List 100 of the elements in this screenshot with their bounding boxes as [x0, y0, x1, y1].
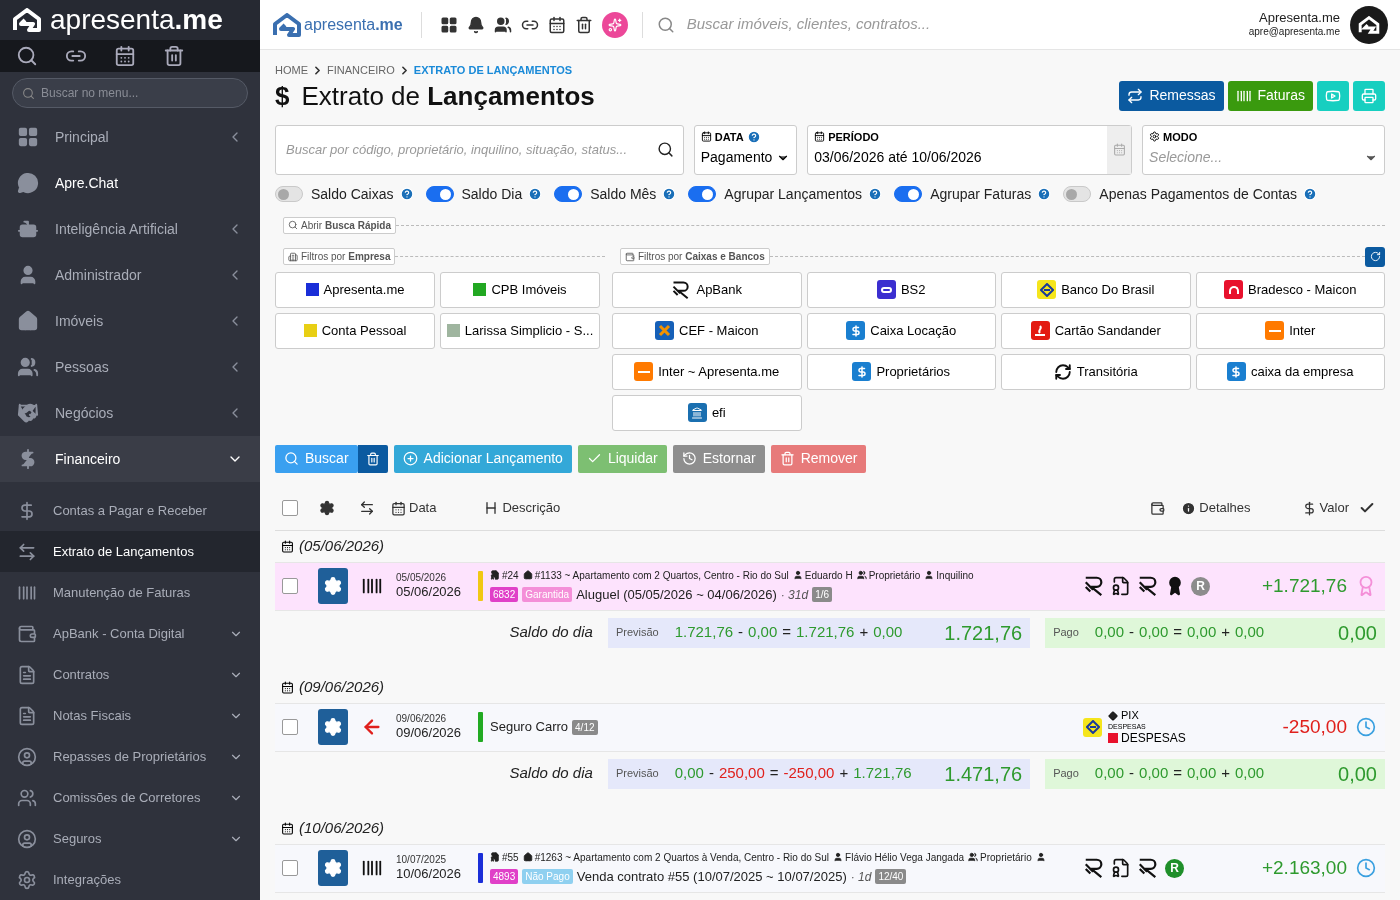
bank-filter[interactable]: Inter ~ Apresenta.me	[612, 353, 802, 390]
settings-button[interactable]	[318, 709, 348, 745]
menu-item[interactable]: Administrador	[0, 252, 260, 298]
help-icon[interactable]	[868, 187, 883, 201]
row-checkbox[interactable]	[282, 719, 298, 735]
refresh-icon	[1369, 251, 1381, 262]
quick-search-button[interactable]: Abrir Busca Rápida	[283, 216, 397, 234]
bank-filter[interactable]: Caixa Locação	[806, 312, 996, 349]
settings-button[interactable]	[318, 568, 348, 604]
bank-filter[interactable]: Inter	[1195, 312, 1385, 349]
filter-search-field[interactable]: Buscar por código, proprietário, inquilino, situação, status...	[275, 124, 684, 175]
menu-item[interactable]: Principal	[0, 114, 260, 160]
mode-select[interactable]: MODO Selecione...	[1142, 124, 1385, 175]
company-filter[interactable]: CPB Imóveis	[440, 271, 600, 308]
entry-row[interactable]	[275, 844, 1385, 893]
help-icon[interactable]	[1303, 187, 1317, 201]
global-search-field[interactable]: Buscar imóveis, clientes, contratos...	[656, 13, 1217, 36]
column-header[interactable]: Valor	[1319, 498, 1349, 518]
column-header[interactable]: Descrição	[502, 498, 561, 518]
search-icon[interactable]	[656, 140, 674, 158]
bank-filter[interactable]: Proprietários	[806, 353, 996, 390]
grid-icon[interactable]	[439, 15, 458, 34]
bank-filter[interactable]: CEF - Maicon	[612, 312, 802, 349]
submenu-item[interactable]: Contratos	[0, 654, 260, 695]
entry-date: 09/06/2026	[396, 725, 463, 742]
bank-filter[interactable]: Bradesco - Maicon	[1195, 271, 1385, 308]
toggle-label: Apenas Pagamentos de Contas	[1099, 184, 1297, 204]
company-filter[interactable]: Apresenta.me	[275, 271, 435, 308]
menu-item[interactable]: Financeiro	[0, 436, 260, 482]
help-icon[interactable]	[528, 187, 543, 201]
refresh-button[interactable]	[1365, 246, 1385, 267]
company-filter[interactable]: Conta Pessoal	[275, 312, 435, 349]
bank-filter[interactable]: caixa da empresa	[1195, 353, 1385, 390]
money-bag-icon	[1226, 362, 1246, 381]
help-icon[interactable]	[399, 187, 414, 201]
submenu-item[interactable]: Extrato de Lançamentos	[0, 531, 260, 572]
bank-filter[interactable]: Cartão Sandander	[1001, 312, 1191, 349]
bank-filter[interactable]: Transitória	[1001, 353, 1191, 390]
help-icon[interactable]	[746, 129, 761, 144]
search-icon[interactable]	[16, 45, 38, 67]
brand-logo[interactable]: apresenta.me	[304, 12, 403, 37]
bell-icon[interactable]	[466, 15, 485, 34]
menu-item[interactable]: Negócios	[0, 390, 260, 436]
submenu-item[interactable]: Manutenção de Faturas	[0, 572, 260, 613]
users-icon[interactable]	[493, 15, 512, 34]
balance-value: 1.721,76	[796, 622, 855, 643]
entry-row[interactable]: 05/05/2026 05/06/2026 #24 #1133 ~ Apartamento com 2 Quartos, Centro - Rio do Sul Eduardo H Proprietário Inquilino 6832 Garantida Aluguel (05/05/2026 ~ 04/06/2026) · 31d 1/6 R +1.721,76	[275, 562, 1385, 611]
clear-button[interactable]	[357, 444, 388, 473]
select-all-checkbox[interactable]	[282, 500, 298, 516]
submenu-item[interactable]: Repasses de Proprietários	[0, 736, 260, 777]
date-select[interactable]: DATA Pagamento	[693, 124, 798, 175]
bank-filter[interactable]: Banco Do Brasil	[1001, 271, 1191, 308]
settings-button[interactable]	[318, 850, 348, 886]
submenu-item[interactable]: ApBank - Conta Digital	[0, 613, 260, 654]
menu-search-field[interactable]: Buscar no menu...	[12, 78, 248, 108]
trash-icon[interactable]	[163, 45, 185, 67]
row-checkbox[interactable]	[282, 578, 298, 594]
toggle-switch[interactable]	[425, 186, 454, 202]
calendar-icon[interactable]	[114, 45, 136, 67]
remessas-button[interactable]: Remessas	[1119, 80, 1224, 111]
menu-item[interactable]: Inteligência Artificial	[0, 206, 260, 252]
toggle-switch[interactable]	[275, 186, 303, 202]
breadcrumb-link[interactable]: FINANCEIRO	[327, 62, 395, 79]
bank-filter[interactable]: efi	[612, 394, 802, 431]
menu-item[interactable]: Pessoas	[0, 344, 260, 390]
menu-item[interactable]: Imóveis	[0, 298, 260, 344]
bank-logo-icon	[1037, 280, 1057, 299]
row-checkbox[interactable]	[282, 860, 298, 876]
toggle-switch[interactable]	[894, 186, 923, 202]
trash-icon[interactable]	[574, 15, 593, 34]
help-icon[interactable]	[1037, 187, 1052, 201]
help-icon[interactable]	[662, 187, 677, 201]
column-header[interactable]: Data	[409, 498, 437, 518]
swap-icon[interactable]	[359, 500, 375, 516]
submenu-item[interactable]: Comissões de Corretores	[0, 777, 260, 818]
submenu-item[interactable]: Integrações	[0, 859, 260, 900]
toggle-switch[interactable]	[688, 186, 717, 202]
submenu-item[interactable]: Seguros	[0, 818, 260, 859]
calendar-icon[interactable]	[547, 15, 566, 34]
breadcrumb-link[interactable]: HOME	[275, 62, 308, 79]
avatar[interactable]	[1350, 5, 1388, 44]
toggle-switch[interactable]	[1063, 186, 1092, 202]
group-date: (09/06/2026)	[299, 676, 385, 697]
balance-value: +	[859, 622, 869, 643]
bank-filter[interactable]: ApBank	[612, 271, 802, 308]
period-field[interactable]: PERÍODO 03/06/2026 até 10/06/2026	[807, 124, 1133, 175]
faturas-button[interactable]: Faturas	[1227, 80, 1313, 111]
bank-filter[interactable]: BS2	[806, 271, 996, 308]
submenu-item[interactable]: Notas Fiscais	[0, 695, 260, 736]
balance-value: -	[1129, 622, 1135, 643]
installment-tag: 1/6	[812, 587, 833, 602]
column-header[interactable]: Detalhes	[1199, 498, 1251, 518]
submenu-item[interactable]: Contas a Pagar e Receber	[0, 490, 260, 531]
sparkle-button[interactable]	[601, 11, 628, 38]
original-date: 05/05/2026	[396, 571, 448, 585]
installment-tag: 4/12	[572, 719, 598, 735]
chat-icon	[17, 172, 39, 194]
toggle-switch[interactable]	[554, 186, 583, 202]
menu-item[interactable]: Apre.Chat	[0, 160, 260, 206]
company-filter[interactable]: Larissa Simplicio - S...	[440, 312, 600, 349]
